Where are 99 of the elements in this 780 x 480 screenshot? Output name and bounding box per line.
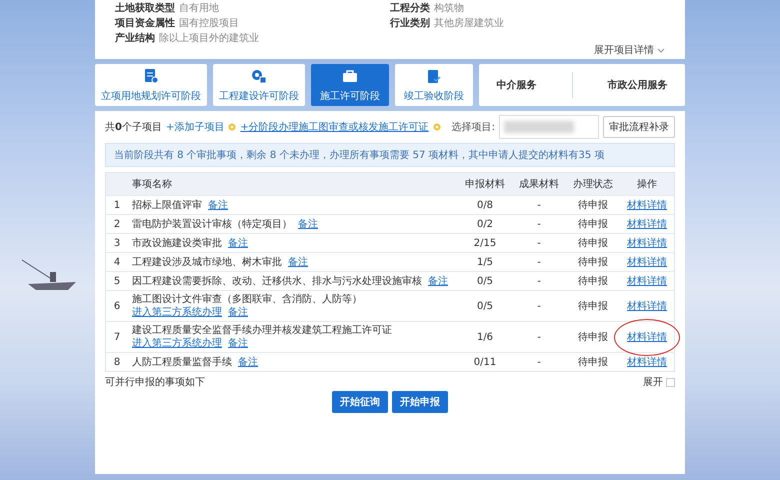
row-link[interactable]: 备注 [208, 198, 228, 212]
table-cell: - [512, 196, 566, 214]
table-cell: 0/5 [458, 290, 512, 322]
table-cell: 1/6 [458, 322, 512, 352]
material-details-link[interactable]: 材料详情 [627, 256, 667, 268]
chevron-down-icon [657, 48, 665, 54]
field-label: 行业类别 [390, 18, 430, 30]
service-link[interactable]: 市政公用服务 [608, 78, 668, 92]
item-name: 建设工程质量安全监督手续办理并核发建筑工程施工许可证 [132, 324, 392, 337]
document-check-icon [144, 68, 158, 84]
row-link[interactable]: 备注 [298, 218, 318, 230]
table-cell: - [512, 272, 566, 290]
stage-tab[interactable]: 施工许可阶段 [311, 64, 389, 106]
column-header: 办理状态 [566, 172, 620, 196]
material-details-link[interactable]: 材料详情 [627, 218, 667, 230]
row-number: 3 [106, 234, 128, 252]
action-button[interactable]: 开始申报 [392, 391, 448, 413]
project-select-field[interactable] [499, 115, 599, 139]
field-value: 自有用地 [179, 3, 219, 15]
expand-link[interactable]: 展开 [643, 375, 663, 389]
table-cell: 0/2 [458, 214, 512, 234]
table-cell: 待申报 [566, 272, 620, 290]
material-details-link[interactable]: 材料详情 [627, 300, 667, 312]
column-header: 操作 [620, 172, 674, 196]
item-name: 工程建设涉及城市绿地、树木审批 [132, 256, 282, 268]
table-cell: - [512, 322, 566, 352]
service-link[interactable]: 中介服务 [496, 78, 536, 92]
material-details-link[interactable]: 材料详情 [627, 238, 667, 248]
briefcase-icon [342, 68, 358, 84]
row-link[interactable]: 进入第三方系统办理 [132, 337, 222, 350]
expand-box-icon [666, 378, 675, 386]
table-cell: 待申报 [566, 214, 620, 234]
item-name: 市政设施建设类审批 [132, 236, 222, 250]
table-cell: 待申报 [566, 196, 620, 214]
notice-text: 当前阶段共有 8 个审批事项，剩余 8 个未办理，办理所有事项需要 57 项材料，其中申请人提交的材料有35 项 [105, 143, 675, 167]
table-cell: 0/5 [458, 272, 512, 290]
stage-tab[interactable]: 竣工验收阶段 [395, 64, 473, 106]
field-label: 工程分类 [390, 3, 430, 15]
field-label: 土地获取类型 [115, 3, 175, 15]
item-name: 招标上限值评审 [132, 198, 202, 212]
subproject-count: 共0个子项目 [105, 120, 162, 134]
column-header: 申报材料 [458, 172, 512, 196]
item-name: 施工图设计文件审查（多图联审、含消防、人防等） [132, 293, 362, 306]
table-cell: 待申报 [566, 322, 620, 352]
select-project-label: 选择项目: [452, 120, 495, 134]
action-button[interactable]: 开始征询 [332, 391, 388, 413]
row-number: 7 [106, 322, 128, 352]
row-number: 8 [106, 352, 128, 372]
row-number: 4 [106, 252, 128, 272]
material-details-link[interactable]: 材料详情 [627, 332, 667, 342]
row-number: 5 [106, 272, 128, 290]
toolbar-link[interactable]: +分阶段办理施工图审查或核发施工许可证 [240, 120, 429, 134]
row-number: 1 [106, 196, 128, 214]
material-details-link[interactable]: 材料详情 [627, 356, 667, 368]
row-link[interactable]: 备注 [288, 256, 308, 268]
row-link[interactable]: 备注 [228, 306, 248, 319]
help-icon[interactable] [432, 123, 441, 131]
item-name: 因工程建设需要拆除、改动、迁移供水、排水与污水处理设施审核 [132, 274, 422, 288]
table-cell: - [512, 234, 566, 252]
parallel-items-text: 可并行申报的事项如下 [105, 376, 205, 389]
table-cell: 2/15 [458, 234, 512, 252]
table-cell: 待申报 [566, 290, 620, 322]
stage-tab[interactable]: 立项用地规划许可阶段 [95, 64, 207, 106]
clipboard-check-icon [427, 68, 441, 84]
table-cell: 0/8 [458, 196, 512, 214]
material-details-link[interactable]: 材料详情 [627, 200, 667, 210]
help-icon[interactable] [228, 123, 236, 131]
item-name: 雷电防护装置设计审核（特定项目） [132, 218, 292, 230]
table-cell: - [512, 352, 566, 372]
table-cell: 待申报 [566, 234, 620, 252]
field-label: 项目资金属性 [115, 18, 175, 30]
blurred-value-placeholder [504, 121, 574, 133]
field-value: 国有控股项目 [179, 18, 239, 30]
column-header: 事项名称 [128, 172, 458, 196]
row-link[interactable]: 备注 [428, 274, 448, 288]
row-number: 6 [106, 290, 128, 322]
supplement-button[interactable]: 审批流程补录 [603, 116, 675, 138]
table-cell: 待申报 [566, 352, 620, 372]
table-cell: 0/11 [458, 352, 512, 372]
row-link[interactable]: 进入第三方系统办理 [132, 306, 222, 319]
material-details-link[interactable]: 材料详情 [627, 276, 667, 286]
table-cell: - [512, 214, 566, 234]
table-cell: 待申报 [566, 252, 620, 272]
expand-details-link[interactable]: 展开项目详情 [594, 45, 665, 57]
table-cell: 1/5 [458, 252, 512, 272]
toolbar-link[interactable]: +添加子项目 [166, 120, 224, 134]
table-cell: - [512, 290, 566, 322]
field-value: 其他房屋建筑业 [434, 18, 504, 30]
item-name: 人防工程质量监督手续 [132, 356, 232, 368]
stage-tab[interactable]: 工程建设许可阶段 [213, 64, 305, 106]
row-number: 2 [106, 214, 128, 234]
field-value: 构筑物 [434, 3, 464, 15]
table-cell: - [512, 252, 566, 272]
column-header: 成果材料 [512, 172, 566, 196]
field-value: 除以上项目外的建筑业 [159, 33, 259, 45]
row-link[interactable]: 备注 [228, 236, 248, 250]
row-link[interactable]: 备注 [228, 337, 248, 350]
field-label: 产业结构 [115, 33, 155, 45]
row-link[interactable]: 备注 [238, 356, 258, 368]
